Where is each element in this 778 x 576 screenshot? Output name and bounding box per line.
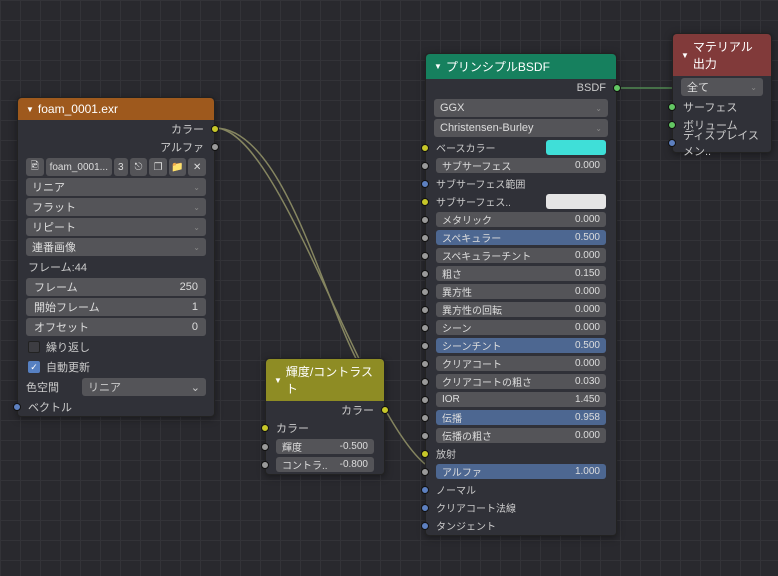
output-socket-alpha[interactable]: アルファ (18, 138, 214, 156)
trans-rough-input[interactable]: 伝播の粗さ0.000 (426, 427, 616, 444)
output-socket-color[interactable]: カラー (266, 401, 384, 419)
sheen-input[interactable]: シーン0.000 (426, 319, 616, 336)
file-name-field[interactable]: foam_0001... (46, 158, 112, 176)
source-select[interactable]: 連番画像⌄ (26, 238, 206, 256)
socket-icon[interactable] (613, 84, 621, 92)
node-title: foam_0001.exr (38, 102, 118, 116)
duplicate-icon[interactable]: ❐ (149, 158, 167, 176)
colorspace-select[interactable]: リニア⌄ (82, 378, 206, 396)
node-header[interactable]: ▼ マテリアル出力 (673, 34, 771, 76)
input-socket-displacement[interactable]: ディスプレイスメン.. (673, 134, 771, 152)
alpha-input[interactable]: アルファ1.000 (426, 463, 616, 480)
socket-icon[interactable] (668, 121, 676, 129)
socket-icon[interactable] (668, 103, 676, 111)
sss-method-select[interactable]: Christensen-Burley⌄ (434, 119, 608, 137)
socket-icon[interactable] (211, 125, 219, 133)
start-frame-field[interactable]: 開始フレーム1 (26, 298, 206, 316)
ior-input[interactable]: IOR1.450 (426, 391, 616, 408)
node-title: マテリアル出力 (693, 38, 763, 72)
clearcoat-rough-input[interactable]: クリアコートの粗さ0.030 (426, 373, 616, 390)
socket-icon[interactable] (261, 461, 269, 469)
aniso-rot-input[interactable]: 異方性の回転0.000 (426, 301, 616, 318)
socket-icon[interactable] (211, 143, 219, 151)
sheen-tint-input[interactable]: シーンチント0.500 (426, 337, 616, 354)
anisotropic-input[interactable]: 異方性0.000 (426, 283, 616, 300)
collapse-icon: ▼ (434, 62, 442, 71)
subsurf-radius-input[interactable]: サブサーフェス範囲 (426, 175, 616, 192)
socket-icon[interactable] (421, 144, 429, 152)
input-socket-vector[interactable]: ベクトル (18, 398, 214, 416)
file-browser-row: 🖻 foam_0001... 3 ⎋ ❐ 📁 ✕ (26, 158, 206, 176)
emission-input[interactable]: 放射 (426, 445, 616, 462)
open-icon[interactable]: 📁 (169, 158, 187, 176)
frames-field[interactable]: フレーム250 (26, 278, 206, 296)
roughness-input[interactable]: 粗さ0.150 (426, 265, 616, 282)
base-color-input[interactable]: ベースカラー (426, 139, 616, 156)
node-bright-contrast[interactable]: ▼ 輝度/コントラスト カラー カラー 輝度-0.500 コントラ..-0.80… (265, 358, 385, 475)
input-socket-color[interactable]: カラー (266, 419, 384, 437)
cyclic-checkbox[interactable]: 繰り返し (28, 338, 204, 356)
normal-input[interactable]: ノーマル (426, 481, 616, 498)
output-socket-color[interactable]: カラー (18, 120, 214, 138)
clearcoat-input[interactable]: クリアコート0.000 (426, 355, 616, 372)
input-socket-surface[interactable]: サーフェス (673, 98, 771, 116)
projection-select[interactable]: フラット⌄ (26, 198, 206, 216)
node-header[interactable]: ▼ foam_0001.exr (18, 98, 214, 120)
collapse-icon: ▼ (26, 105, 34, 114)
transmission-input[interactable]: 伝播0.958 (426, 409, 616, 426)
cc-normal-input[interactable]: クリアコート法線 (426, 499, 616, 516)
socket-icon[interactable] (261, 443, 269, 451)
interp-select[interactable]: リニア⌄ (26, 178, 206, 196)
target-select[interactable]: 全て⌄ (681, 78, 763, 96)
metallic-input[interactable]: メタリック0.000 (426, 211, 616, 228)
subsurf-color-input[interactable]: サブサーフェス.. (426, 193, 616, 210)
socket-icon[interactable] (668, 139, 676, 147)
node-header[interactable]: ▼ プリンシプルBSDF (426, 54, 616, 79)
node-material-output[interactable]: ▼ マテリアル出力 全て⌄ サーフェス ボリューム ディスプレイスメン.. (672, 33, 772, 153)
node-title: プリンシプルBSDF (446, 58, 550, 75)
collapse-icon: ▼ (681, 51, 689, 60)
remove-icon[interactable]: ✕ (188, 158, 206, 176)
socket-icon[interactable] (261, 424, 269, 432)
distribution-select[interactable]: GGX⌄ (434, 99, 608, 117)
node-image-texture[interactable]: ▼ foam_0001.exr カラー アルファ 🖻 foam_0001... … (17, 97, 215, 417)
collapse-icon: ▼ (274, 376, 282, 385)
extension-select[interactable]: リピート⌄ (26, 218, 206, 236)
tangent-input[interactable]: タンジェント (426, 517, 616, 534)
contrast-field[interactable]: コントラ..-0.800 (266, 456, 384, 473)
node-principled-bsdf[interactable]: ▼ プリンシプルBSDF BSDF GGX⌄ Christensen-Burle… (425, 53, 617, 536)
specular-input[interactable]: スペキュラー0.500 (426, 229, 616, 246)
colorspace-row: 色空間 リニア⌄ (26, 378, 206, 396)
unlink-icon[interactable]: ⎋ (130, 158, 148, 176)
spec-tint-input[interactable]: スペキュラーチント0.000 (426, 247, 616, 264)
bright-field[interactable]: 輝度-0.500 (266, 438, 384, 455)
node-header[interactable]: ▼ 輝度/コントラスト (266, 359, 384, 401)
image-icon[interactable]: 🖻 (26, 158, 44, 176)
subsurface-input[interactable]: サブサーフェス0.000 (426, 157, 616, 174)
output-socket-bsdf[interactable]: BSDF (426, 79, 616, 97)
socket-icon[interactable] (13, 403, 21, 411)
socket-icon[interactable] (381, 406, 389, 414)
auto-refresh-checkbox[interactable]: ✓自動更新 (28, 358, 204, 376)
node-title: 輝度/コントラスト (286, 363, 376, 397)
user-count[interactable]: 3 (114, 158, 128, 176)
base-color-swatch[interactable] (546, 140, 606, 155)
frame-info: フレーム:44 (28, 258, 204, 276)
offset-field[interactable]: オフセット0 (26, 318, 206, 336)
